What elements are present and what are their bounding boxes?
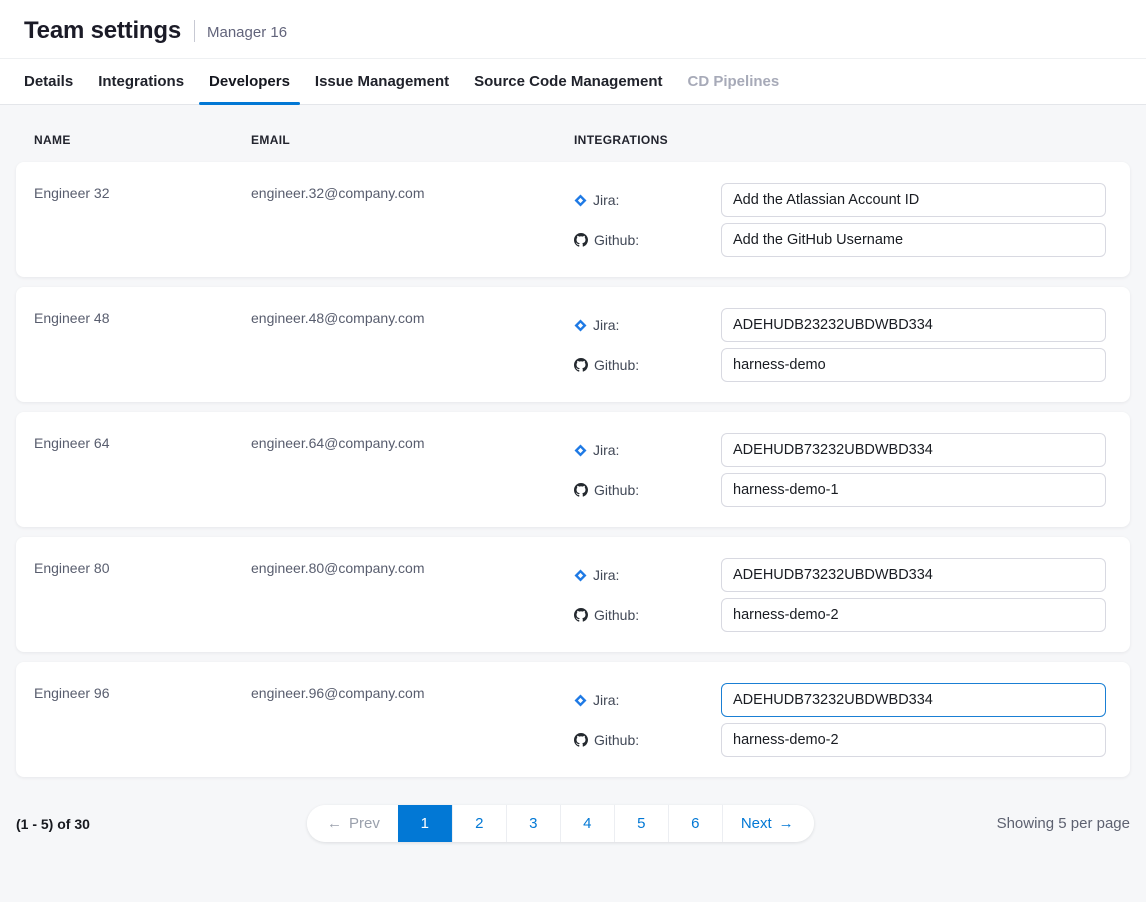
jira-account-id-input[interactable] — [721, 308, 1106, 342]
pager: ← Prev 123456 Next → — [307, 805, 814, 842]
page-button-1[interactable]: 1 — [398, 805, 452, 842]
column-header-integrations: INTEGRATIONS — [574, 133, 1106, 147]
developer-integrations: Jira: Github: — [574, 433, 1106, 527]
developer-integrations: Jira: Github: — [574, 308, 1106, 402]
per-page-label: Showing 5 per page — [997, 815, 1130, 832]
column-header-email: EMAIL — [251, 133, 574, 147]
github-username-input[interactable] — [721, 723, 1106, 757]
title-divider — [194, 20, 195, 42]
table-column-header: NAME EMAIL INTEGRATIONS — [16, 105, 1130, 162]
jira-diamond-icon — [574, 194, 587, 207]
next-label: Next — [741, 815, 772, 832]
jira-account-id-input[interactable] — [721, 683, 1106, 717]
jira-diamond-icon — [574, 694, 587, 707]
github-username-input[interactable] — [721, 473, 1106, 507]
tab-details[interactable]: Details — [14, 59, 83, 104]
github-octocat-icon — [574, 483, 588, 497]
github-octocat-icon — [574, 233, 588, 247]
developer-name: Engineer 32 — [34, 183, 251, 277]
jira-label: Jira: — [574, 692, 721, 708]
page-button-3[interactable]: 3 — [506, 805, 560, 842]
jira-label: Jira: — [574, 317, 721, 333]
page-button-4[interactable]: 4 — [560, 805, 614, 842]
pagination-pages: 123456 — [398, 805, 722, 842]
prev-page-button[interactable]: ← Prev — [307, 805, 398, 842]
developer-integrations: Jira: Github: — [574, 683, 1106, 777]
github-username-input[interactable] — [721, 598, 1106, 632]
tab-integrations[interactable]: Integrations — [88, 59, 194, 104]
next-page-button[interactable]: Next → — [722, 805, 814, 842]
jira-diamond-icon — [574, 319, 587, 332]
developer-row: Engineer 96 engineer.96@company.com Jira… — [16, 662, 1130, 777]
developer-email: engineer.32@company.com — [251, 183, 574, 277]
github-label: Github: — [574, 732, 721, 748]
page-subtitle: Manager 16 — [207, 22, 287, 41]
developer-integrations: Jira: Github: — [574, 183, 1106, 277]
github-label: Github: — [574, 482, 721, 498]
github-label: Github: — [574, 232, 721, 248]
github-username-input[interactable] — [721, 348, 1106, 382]
jira-account-id-input[interactable] — [721, 433, 1106, 467]
jira-diamond-icon — [574, 444, 587, 457]
developer-row: Engineer 64 engineer.64@company.com Jira… — [16, 412, 1130, 527]
github-octocat-icon — [574, 733, 588, 747]
developer-name: Engineer 64 — [34, 433, 251, 527]
tab-source-code-management[interactable]: Source Code Management — [464, 59, 672, 104]
developer-name: Engineer 96 — [34, 683, 251, 777]
jira-account-id-input[interactable] — [721, 558, 1106, 592]
jira-diamond-icon — [574, 569, 587, 582]
pagination-bar: (1 - 5) of 30 ← Prev 123456 Next → Showi… — [16, 805, 1130, 842]
tab-issue-management[interactable]: Issue Management — [305, 59, 459, 104]
developer-email: engineer.96@company.com — [251, 683, 574, 777]
page-button-6[interactable]: 6 — [668, 805, 722, 842]
page-header: Team settings Manager 16 — [0, 0, 1146, 58]
developer-row: Engineer 32 engineer.32@company.com Jira… — [16, 162, 1130, 277]
page-title: Team settings — [24, 17, 181, 45]
developer-rows: Engineer 32 engineer.32@company.com Jira… — [16, 162, 1130, 777]
jira-label: Jira: — [574, 192, 721, 208]
arrow-right-icon: → — [779, 815, 794, 832]
pagination-range-label: (1 - 5) of 30 — [16, 816, 90, 832]
page-button-2[interactable]: 2 — [452, 805, 506, 842]
developer-row: Engineer 48 engineer.48@company.com Jira… — [16, 287, 1130, 402]
arrow-left-icon: ← — [327, 815, 342, 832]
jira-label: Jira: — [574, 567, 721, 583]
github-username-input[interactable] — [721, 223, 1106, 257]
developer-email: engineer.48@company.com — [251, 308, 574, 402]
page-button-5[interactable]: 5 — [614, 805, 668, 842]
column-header-name: NAME — [34, 133, 251, 147]
developer-row: Engineer 80 engineer.80@company.com Jira… — [16, 537, 1130, 652]
tab-developers[interactable]: Developers — [199, 59, 300, 104]
developer-name: Engineer 80 — [34, 558, 251, 652]
developer-email: engineer.64@company.com — [251, 433, 574, 527]
developers-panel: NAME EMAIL INTEGRATIONS Engineer 32 engi… — [0, 105, 1146, 842]
github-label: Github: — [574, 357, 721, 373]
prev-label: Prev — [349, 815, 380, 832]
jira-account-id-input[interactable] — [721, 183, 1106, 217]
github-octocat-icon — [574, 608, 588, 622]
developer-integrations: Jira: Github: — [574, 558, 1106, 652]
github-octocat-icon — [574, 358, 588, 372]
developer-email: engineer.80@company.com — [251, 558, 574, 652]
tab-cd-pipelines[interactable]: CD Pipelines — [678, 59, 790, 104]
jira-label: Jira: — [574, 442, 721, 458]
github-label: Github: — [574, 607, 721, 623]
developer-name: Engineer 48 — [34, 308, 251, 402]
tab-bar: Details Integrations Developers Issue Ma… — [0, 58, 1146, 105]
